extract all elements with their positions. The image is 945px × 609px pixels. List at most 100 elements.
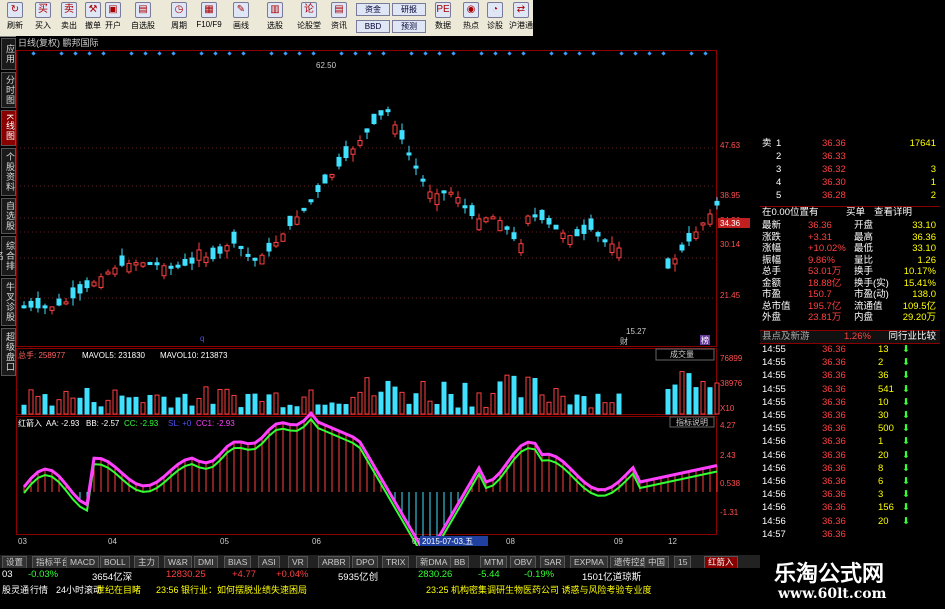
view-detail-button[interactable]: 查看详明: [874, 207, 912, 219]
quote-value: +3.31: [808, 231, 833, 243]
side-tab[interactable]: 综合排名: [0, 236, 16, 276]
toolbar-hotspot-button[interactable]: ◉ 热点: [458, 2, 484, 34]
toolbar-button-label: 诊股: [487, 21, 503, 30]
volume-bar: [665, 388, 671, 415]
toolbar-diagnose-button[interactable]: ◔ 诊股: [482, 2, 508, 34]
candle-body: [567, 235, 573, 245]
news-ticker-item[interactable]: 行情: [30, 583, 48, 596]
candle-body: [448, 191, 454, 195]
tick-row: 14:56 36.36 3 ⬇: [760, 489, 940, 501]
toolbar-watchlist-button[interactable]: ▤ 自选股: [130, 2, 156, 34]
toolbar-hk-connect-button[interactable]: ⇄ 沪港通: [508, 2, 534, 34]
volume-bar: [595, 393, 601, 415]
toolbar-button-label: 卖出: [61, 21, 77, 30]
toolbar-draw-line-button[interactable]: ✎ 画线: [228, 2, 254, 34]
toolbar-button-label: 资讯: [331, 21, 347, 30]
toolbar-data-button[interactable]: PE 数据: [430, 2, 456, 34]
volume-bar: [448, 393, 454, 415]
toolbar-open-account-button[interactable]: ▣ 开户: [100, 2, 126, 34]
news-ticker-item[interactable]: 世纪在目睹: [96, 583, 141, 596]
toolbar-news-button[interactable]: ▤ 资讯: [326, 2, 352, 34]
quote-key: 总市值: [762, 300, 791, 312]
toolbar-forum-button[interactable]: 论论股堂: [296, 2, 322, 34]
order-side-label: 卖: [762, 138, 772, 149]
date-axis-label: 05: [220, 537, 229, 546]
volume-bar: [84, 387, 90, 415]
chart-title: 日线(复权) 鹏邦国际: [18, 37, 99, 48]
toolbar-mini-button[interactable]: 预测: [392, 20, 426, 33]
quote-value: 9.86%: [808, 254, 835, 266]
down-arrow-icon: ⬇: [902, 370, 910, 382]
indicator-axis-label: 2.43: [720, 451, 736, 460]
volume-bar: [553, 388, 559, 415]
candle-body: [714, 200, 720, 206]
index-ticker-item: 03: [2, 569, 13, 580]
news-ticker-item[interactable]: 23:56 银行业：如何摆脱业绩失速困局: [156, 583, 307, 596]
candle-body: [182, 258, 188, 266]
candle-body: [679, 244, 685, 251]
candle-body: [441, 190, 447, 194]
quote-key: 量比: [854, 254, 874, 266]
candle-body: [70, 287, 76, 299]
volume-bar: [189, 405, 195, 415]
volume-bar: [357, 391, 363, 415]
volume-bar: [714, 382, 720, 415]
volume-bar: [707, 387, 713, 415]
side-tab[interactable]: 应用: [1, 38, 16, 70]
side-tab[interactable]: 分时图: [1, 72, 16, 108]
buy-icon: 买: [35, 2, 51, 18]
volume-bar: [350, 396, 356, 415]
candle-body: [413, 165, 419, 169]
volume-bar: [21, 404, 27, 415]
toolbar-mini-button[interactable]: 资金: [356, 3, 390, 16]
side-tab[interactable]: 自选股: [1, 198, 16, 234]
toolbar-mini-button[interactable]: 研报: [392, 3, 426, 16]
volume-axis-label: X10: [720, 404, 735, 413]
candle-body: [588, 218, 594, 230]
candle-body: [84, 280, 90, 289]
candle-body: [161, 265, 167, 277]
tick-price: 36.36: [822, 476, 846, 487]
tick-time: 14:56: [762, 502, 786, 514]
candle-body: [224, 245, 230, 252]
kline-chart[interactable]: 日线(复权) 鹏邦国际47.6338.9534.3630.1421.4534.3…: [16, 36, 760, 546]
side-tab[interactable]: 牛叉诊股: [1, 278, 16, 326]
toolbar-mini-button[interactable]: BBD: [356, 20, 390, 33]
side-tab[interactable]: 个股资料: [1, 148, 16, 196]
news-ticker-item[interactable]: 23:25 机构密集调研生物医药公司 诱惑与风险考验专业度: [426, 583, 652, 596]
toolbar-select-stock-button[interactable]: ▥ 选股: [262, 2, 288, 34]
volume-bar: [77, 397, 83, 415]
toolbar-period-button[interactable]: ◷ 周期: [166, 2, 192, 34]
volume-bar: [273, 392, 279, 415]
volume-bar: [518, 397, 524, 415]
indicator-name: 红箭入: [18, 418, 42, 428]
candle-body: [231, 231, 237, 244]
candle-body: [203, 256, 209, 264]
candle-body: [196, 249, 202, 261]
tick-price: 36.36: [822, 528, 846, 540]
index-ticker-item: 3654亿深: [92, 572, 133, 583]
volume-bar: [231, 394, 237, 415]
buy-order-button[interactable]: 买单: [846, 207, 865, 219]
volume-bar: [63, 390, 69, 415]
candle-body: [476, 218, 482, 231]
side-tab[interactable]: 超级盘口: [1, 328, 16, 376]
toolbar-refresh-button[interactable]: ↻ 刷新: [2, 2, 28, 34]
toolbar-buy-button[interactable]: 买买入: [30, 2, 56, 34]
candle-body: [434, 193, 440, 206]
candle-body: [308, 199, 314, 203]
volume-bar: [112, 389, 118, 415]
quote-value: 29.20万: [902, 312, 936, 323]
side-tab[interactable]: K线图: [1, 110, 16, 146]
data-icon: PE: [435, 2, 451, 18]
toolbar-f10-button[interactable]: ▦ F10/F9: [196, 2, 222, 34]
index-ticker-item: +4.77: [232, 569, 257, 580]
candle-body: [371, 113, 377, 124]
tick-time: 14:55: [762, 396, 786, 408]
toolbar-sell-button[interactable]: 卖卖出: [56, 2, 82, 34]
peer-compare-button[interactable]: 同行业比较: [888, 331, 936, 343]
volume-bar: [217, 388, 223, 415]
candle-body: [336, 156, 342, 167]
news-ticker-item[interactable]: 股灵通: [2, 583, 29, 596]
price-axis-label: 47.63: [720, 141, 741, 150]
